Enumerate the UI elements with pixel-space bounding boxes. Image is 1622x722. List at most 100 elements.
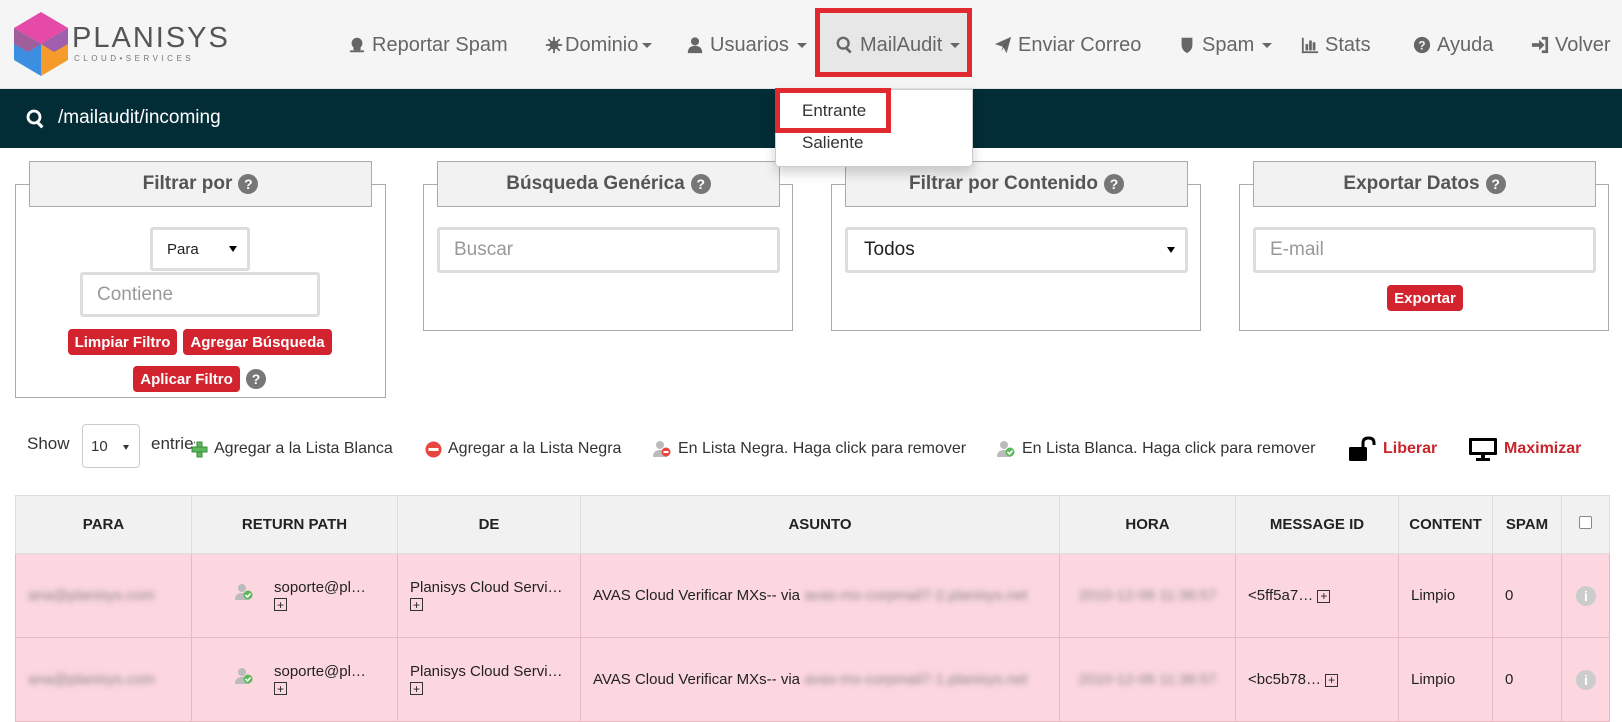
col-header-message-id[interactable]: MESSAGE ID (1235, 495, 1399, 554)
hora-value: 2010-12-06 11:36:57 (1078, 671, 1217, 688)
de-value: Planisys Cloud Servi… (410, 662, 563, 680)
skull-icon (349, 37, 365, 53)
expand-plus-icon[interactable]: + (1325, 673, 1339, 687)
add-whitelist-label: Agregar a la Lista Blanca (214, 440, 393, 457)
cell-return-path: soporte@pl… + (191, 637, 398, 722)
expand-plus-icon[interactable]: + (274, 682, 287, 695)
help-icon[interactable]: ? (1103, 174, 1124, 194)
export-button[interactable]: Exportar (1387, 285, 1463, 311)
cell-content: Limpio (1398, 553, 1493, 638)
cell-spam: 0 (1492, 553, 1562, 638)
col-header-select (1561, 495, 1610, 554)
generic-search-input[interactable]: Buscar (437, 227, 780, 273)
user-check-icon[interactable] (234, 583, 254, 601)
col-header-hora[interactable]: HORA (1059, 495, 1236, 554)
cell-asunto: AVAS Cloud Verificar MXs-- via avas-mx-c… (580, 637, 1060, 722)
search-icon (836, 36, 852, 54)
expand-plus-icon[interactable]: + (274, 598, 287, 611)
nav-usuarios[interactable]: Usuarios (686, 30, 807, 60)
export-email-input[interactable]: E-mail (1253, 227, 1596, 273)
nav-spam[interactable]: Spam (1178, 30, 1273, 60)
search-icon (26, 109, 44, 129)
help-icon[interactable]: ? (246, 369, 266, 389)
nav-mailaudit-label: MailAudit (860, 33, 943, 56)
entries-label: entries (151, 434, 195, 453)
help-icon[interactable]: ? (238, 174, 259, 194)
expand-plus-icon[interactable]: + (410, 682, 423, 695)
table-row[interactable]: ana@planisys.com soporte@pl… + Planisys C… (15, 637, 1610, 722)
filter-field-value: Para (167, 240, 199, 258)
info-icon[interactable]: i (1576, 669, 1596, 690)
add-search-button[interactable]: Agregar Búsqueda (183, 329, 332, 355)
table-header-row: PARA RETURN PATH DE ASUNTO HORA MESSAGE … (15, 495, 1610, 554)
content-filter-header: Filtrar por Contenido ? (845, 161, 1188, 207)
filter-contains-input[interactable]: Contiene (80, 272, 320, 317)
col-header-de[interactable]: DE (397, 495, 581, 554)
user-check-icon[interactable] (234, 667, 254, 685)
col-header-spam[interactable]: SPAM (1492, 495, 1562, 554)
menu-item-entrante[interactable]: Entrante (802, 101, 866, 121)
cell-info: i (1561, 553, 1610, 638)
col-header-asunto[interactable]: ASUNTO (580, 495, 1060, 554)
user-check-icon (997, 441, 1015, 457)
cell-de: Planisys Cloud Servi… + (397, 637, 581, 722)
mailaudit-dropdown-menu: Entrante Saliente (775, 89, 973, 167)
help-icon[interactable]: ? (1485, 174, 1506, 194)
entries-length-select[interactable]: 10 (82, 424, 140, 468)
apply-filter-button[interactable]: Aplicar Filtro (133, 366, 240, 392)
message-id-value: <bc5b78… (1248, 671, 1321, 688)
message-id-value: <5ff5a7… (1248, 587, 1314, 604)
nav-dominio[interactable]: Dominio (545, 30, 653, 60)
add-whitelist-button[interactable]: Agregar a la Lista Blanca (191, 436, 393, 462)
brand-name: PLANISYS (72, 22, 230, 54)
chevron-down-icon (642, 42, 653, 48)
asunto-value: AVAS Cloud Verificar MXs-- via (593, 671, 801, 688)
table-row[interactable]: ana@planisys.com soporte@pl… + Planisys C… (15, 553, 1610, 638)
cube-logo-icon (14, 12, 68, 76)
nav-enviar-correo-label: Enviar Correo (1018, 33, 1142, 56)
release-label: Liberar (1383, 440, 1438, 457)
add-blacklist-button[interactable]: Agregar a la Lista Negra (425, 436, 621, 462)
select-all-checkbox[interactable] (1579, 516, 1592, 529)
return-path-value: soporte@pl… (274, 662, 366, 680)
col-header-return-path[interactable]: RETURN PATH (191, 495, 398, 554)
top-navbar: PLANISYS CLOUD•SERVICES Reportar Spam Do… (0, 0, 1622, 89)
col-header-content[interactable]: CONTENT (1398, 495, 1493, 554)
brand-tagline: CLOUD•SERVICES (74, 54, 195, 63)
cell-message-id: <bc5b78… + (1235, 637, 1399, 722)
filter-contains-placeholder: Contiene (97, 283, 174, 305)
cell-spam: 0 (1492, 637, 1562, 722)
in-whitelist-legend: En Lista Blanca. Haga click para remover (996, 436, 1315, 462)
expand-plus-icon[interactable]: + (1317, 589, 1331, 603)
planisys-logo[interactable]: PLANISYS CLOUD•SERVICES (14, 12, 234, 76)
nav-volver[interactable]: Volver (1531, 30, 1611, 60)
chevron-down-icon (950, 42, 961, 48)
nav-stats[interactable]: Stats (1301, 30, 1371, 60)
nav-enviar-correo[interactable]: Enviar Correo (994, 30, 1141, 60)
cell-hora: 2010-12-06 11:36:57 (1059, 553, 1236, 638)
nav-ayuda[interactable]: ? Ayuda (1413, 30, 1493, 60)
nav-ayuda-label: Ayuda (1437, 33, 1494, 56)
help-icon[interactable]: ? (690, 174, 711, 194)
bar-chart-icon (1301, 37, 1319, 54)
para-value: ana@planisys.com (28, 587, 155, 604)
question-circle-icon: ? (1413, 36, 1431, 54)
chevron-down-icon (229, 246, 237, 252)
expand-plus-icon[interactable]: + (410, 598, 423, 611)
user-blocked-icon (653, 441, 671, 457)
in-blacklist-label: En Lista Negra. Haga click para remover (678, 440, 967, 457)
clear-filter-button[interactable]: Limpiar Filtro (68, 329, 177, 355)
content-filter-value: Todos (864, 239, 915, 260)
nav-mailaudit[interactable]: MailAudit (836, 30, 961, 60)
col-header-para[interactable]: PARA (15, 495, 192, 554)
sign-in-icon (1531, 36, 1549, 54)
content-filter-select[interactable]: Todos (845, 227, 1188, 273)
info-icon[interactable]: i (1576, 585, 1596, 606)
release-button[interactable]: Liberar (1347, 436, 1437, 462)
filter-by-title: Filtrar por (142, 173, 233, 194)
filter-field-select[interactable]: Para (150, 227, 250, 271)
nav-dominio-label: Dominio (565, 33, 639, 56)
nav-report-spam[interactable]: Reportar Spam (348, 30, 508, 60)
maximize-button[interactable]: Maximizar (1468, 436, 1581, 462)
menu-item-saliente[interactable]: Saliente (802, 133, 863, 153)
